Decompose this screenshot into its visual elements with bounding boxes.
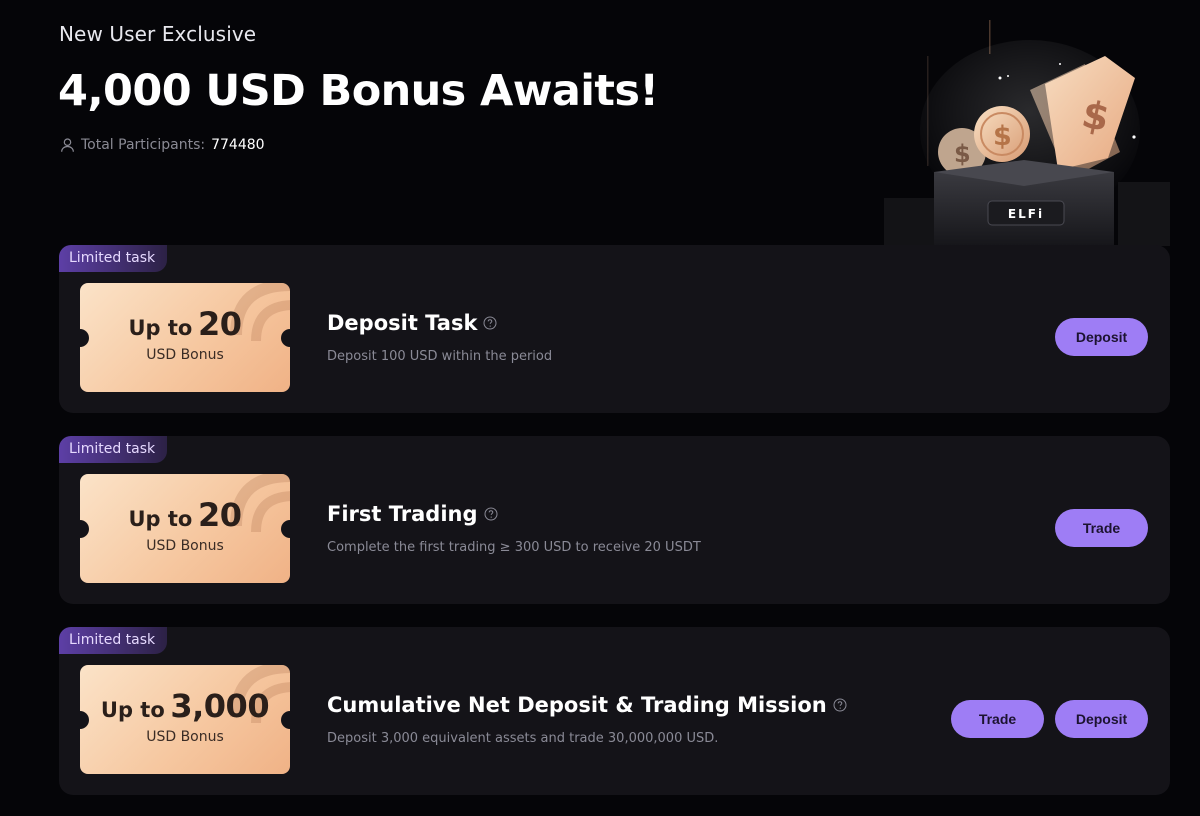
task-title-text: Cumulative Net Deposit & Trading Mission — [327, 693, 827, 717]
page-title: 4,000 USD Bonus Awaits! — [58, 66, 659, 116]
participants-count: 774480 — [211, 137, 265, 153]
task-description: Deposit 100 USD within the period — [327, 349, 553, 364]
task-title: Cumulative Net Deposit & Trading Mission — [327, 693, 847, 717]
task-title-text: First Trading — [327, 502, 478, 526]
svg-text:$: $ — [954, 140, 971, 168]
task-description: Complete the first trading ≥ 300 USD to … — [327, 540, 701, 555]
limited-task-badge: Limited task — [59, 436, 168, 463]
help-circle-icon[interactable] — [483, 316, 497, 330]
help-circle-icon[interactable] — [833, 698, 847, 712]
ticket-prefix: Up to — [128, 316, 193, 340]
svg-text:$: $ — [993, 121, 1012, 152]
task-title: Deposit Task — [327, 311, 497, 335]
ticket-unit: USD Bonus — [146, 729, 224, 745]
new-user-bonus-page: New User Exclusive 4,000 USD Bonus Await… — [0, 0, 1200, 816]
ticket-amount: Up to 3,000 — [80, 687, 290, 725]
task-card-first-trading: Limited task Up to 20 USD Bonus First Tr… — [59, 436, 1170, 604]
ticket-prefix: Up to — [100, 698, 165, 722]
trade-button[interactable]: Trade — [951, 700, 1044, 738]
ticket-value: 3,000 — [170, 687, 270, 725]
ticket-amount: Up to 20 — [80, 496, 290, 534]
ticket-unit: USD Bonus — [146, 347, 224, 363]
limited-task-badge: Limited task — [59, 245, 168, 272]
task-title-text: Deposit Task — [327, 311, 478, 335]
ticket-amount: Up to 20 — [80, 305, 290, 343]
limited-task-badge: Limited task — [59, 627, 168, 654]
user-icon — [61, 138, 74, 152]
task-card-deposit: Limited task Up to 20 USD Bonus Deposit … — [59, 245, 1170, 413]
elfi-logo-text: ELFi — [1008, 207, 1044, 221]
ticket-prefix: Up to — [128, 507, 193, 531]
task-description: Deposit 3,000 equivalent assets and trad… — [327, 731, 719, 746]
bonus-ticket: Up to 20 USD Bonus — [80, 474, 290, 583]
help-circle-icon[interactable] — [484, 507, 498, 521]
deposit-button[interactable]: Deposit — [1055, 318, 1148, 356]
participants-label: Total Participants: — [81, 137, 206, 153]
bonus-ticket: Up to 20 USD Bonus — [80, 283, 290, 392]
trade-button[interactable]: Trade — [1055, 509, 1148, 547]
participants-stat: Total Participants: 774480 — [60, 137, 265, 153]
ticket-value: 20 — [197, 305, 242, 343]
ticket-value: 20 — [197, 496, 242, 534]
task-card-cumulative-mission: Limited task Up to 3,000 USD Bonus Cumul… — [59, 627, 1170, 795]
bonus-ticket: Up to 3,000 USD Bonus — [80, 665, 290, 774]
ticket-unit: USD Bonus — [146, 538, 224, 554]
hero-treasure-box-illustration: $ $ $ ELFi — [884, 20, 1170, 246]
deposit-button[interactable]: Deposit — [1055, 700, 1148, 738]
page-subtitle: New User Exclusive — [59, 22, 257, 46]
task-title: First Trading — [327, 502, 498, 526]
